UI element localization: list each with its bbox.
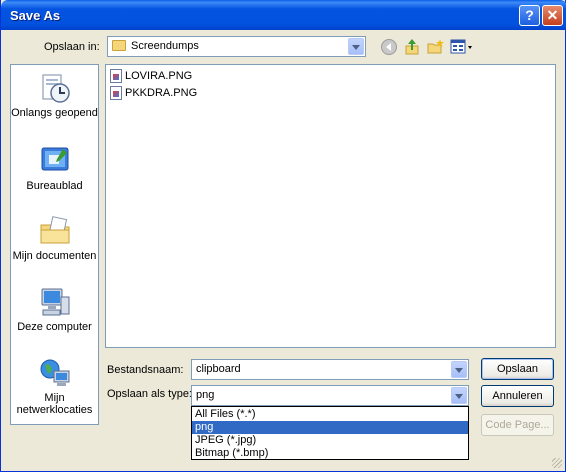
place-my-computer[interactable]: Deze computer [11, 286, 98, 333]
place-network[interactable]: Mijn netwerklocaties [11, 357, 98, 416]
file-list[interactable]: LOVIRA.PNG PKKDRA.PNG [105, 64, 556, 348]
chevron-down-icon[interactable] [451, 387, 467, 404]
filetype-select[interactable]: png [191, 385, 469, 406]
filename-field[interactable]: clipboard [191, 359, 469, 380]
place-desktop[interactable]: Bureaublad [11, 145, 98, 192]
look-in-label: Opslaan in: [44, 41, 100, 53]
filetype-option[interactable]: All Files (*.*) [192, 408, 468, 421]
place-label: Bureaublad [26, 180, 83, 192]
help-button[interactable]: ? [519, 5, 540, 26]
cancel-button[interactable]: Annuleren [481, 385, 554, 407]
look-in-value: Screendumps [131, 40, 199, 52]
png-file-icon [110, 86, 122, 100]
close-icon: ✕ [546, 7, 559, 23]
filetype-option[interactable]: Bitmap (*.bmp) [192, 447, 468, 460]
my-computer-icon [41, 288, 69, 316]
folder-icon [112, 40, 126, 51]
places-bar: Onlangs geopend Bureaublad Mijn document… [10, 64, 99, 425]
my-documents-icon [40, 216, 69, 244]
window-title: Save As [10, 8, 61, 23]
save-as-dialog: Save As ? ✕ Opslaan in: Screendumps Onla… [0, 0, 566, 472]
help-icon: ? [525, 7, 534, 23]
filetype-dropdown-list: All Files (*.*) png JPEG (*.jpg) Bitmap … [191, 406, 469, 460]
code-page-button[interactable]: Code Page... [481, 414, 554, 436]
network-places-icon [40, 359, 69, 386]
up-folder-icon[interactable] [403, 38, 421, 56]
file-name: PKKDRA.PNG [125, 87, 198, 99]
filetype-label: Opslaan als type: [107, 388, 192, 400]
filename-label: Bestandsnaam: [107, 364, 184, 376]
place-label: Mijn documenten [12, 250, 97, 262]
save-button[interactable]: Opslaan [481, 358, 554, 380]
place-recent[interactable]: Onlangs geopend [11, 72, 98, 119]
title-bar[interactable]: Save As ? ✕ [1, 0, 566, 30]
filetype-option-selected[interactable]: png [192, 421, 468, 434]
place-label: Deze computer [17, 321, 92, 333]
back-icon[interactable] [380, 38, 398, 56]
place-my-documents[interactable]: Mijn documenten [11, 215, 98, 262]
png-file-icon [110, 69, 122, 83]
place-label: Mijn netwerklocaties [16, 392, 93, 416]
file-name: LOVIRA.PNG [125, 70, 193, 82]
recent-documents-icon [42, 74, 70, 103]
look-in-combo[interactable]: Screendumps [107, 36, 366, 57]
view-menu-icon[interactable] [450, 38, 474, 56]
desktop-icon [41, 147, 68, 171]
new-folder-icon[interactable] [426, 38, 444, 56]
filetype-option[interactable]: JPEG (*.jpg) [192, 434, 468, 447]
place-label: Onlangs geopend [11, 107, 98, 119]
chevron-down-icon[interactable] [451, 361, 467, 378]
close-button[interactable]: ✕ [542, 5, 563, 26]
filename-value: clipboard [196, 363, 241, 375]
chevron-down-icon[interactable] [348, 38, 364, 55]
resize-grip[interactable] [552, 458, 562, 468]
filetype-value: png [196, 389, 215, 401]
